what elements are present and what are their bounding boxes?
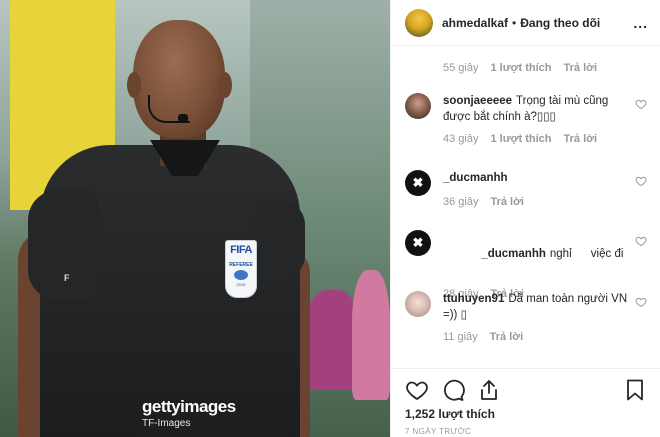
bookmark-icon[interactable] bbox=[623, 378, 647, 402]
comment-like-heart-icon[interactable] bbox=[635, 296, 647, 308]
comment-meta: 43 giây 1 lượt thích Trả lời bbox=[443, 133, 633, 145]
follow-status-button[interactable]: Đang theo dõi bbox=[520, 16, 600, 30]
commenter-username[interactable]: _ducmanhh bbox=[481, 248, 546, 260]
comment-item: soonjaeeeee Trọng tài mù cũng được bắt ch… bbox=[405, 93, 653, 145]
commenter-avatar[interactable] bbox=[405, 291, 431, 317]
instagram-post: FIFA REFEREE 2019 F gettyimages TF-Image… bbox=[0, 0, 660, 437]
action-icons bbox=[405, 375, 649, 405]
comment-body: ttuhuyen91 Dã man toàn người VN =)) ▯ 11 … bbox=[443, 291, 633, 343]
more-options-icon[interactable]: ... bbox=[633, 15, 648, 31]
referee-left-sleeve bbox=[28, 190, 98, 300]
badge-brand: FIFA bbox=[230, 244, 252, 256]
comment-text-line: ttuhuyen91 Dã man toàn người VN =)) ▯ bbox=[443, 291, 633, 323]
commenter-username[interactable]: ttuhuyen91 bbox=[443, 293, 504, 305]
comment-item: ✖ _ducmanhh 36 giây Trả lời bbox=[405, 170, 653, 208]
author-username[interactable]: ahmedalkaf bbox=[442, 16, 508, 30]
post-timestamp[interactable]: 7 NGÀY TRƯỚC bbox=[405, 427, 649, 436]
post-header: ahmedalkaf • Đang theo dõi ... bbox=[391, 0, 660, 46]
comment-item: ttuhuyen91 Dã man toàn người VN =)) ▯ 11 … bbox=[405, 291, 653, 343]
post-photo: FIFA REFEREE 2019 F gettyimages TF-Image… bbox=[0, 0, 390, 437]
badge-role: REFEREE bbox=[229, 262, 253, 268]
comment-body: _ducmanhh nghỉ việc đi 28 giây Trả lời bbox=[443, 230, 633, 300]
comment-likes[interactable]: 1 lượt thích bbox=[490, 62, 551, 74]
commenter-username[interactable]: soonjaeeeee bbox=[443, 95, 512, 107]
comments-list[interactable]: 55 giây 1 lượt thích Trả lời soonjaeeeee… bbox=[391, 46, 660, 368]
separator-dot: • bbox=[512, 15, 517, 30]
comment-meta: 36 giây Trả lời bbox=[443, 196, 633, 208]
share-icon[interactable] bbox=[477, 378, 501, 402]
comment-body: _ducmanhh 36 giây Trả lời bbox=[443, 170, 633, 208]
referee-ear bbox=[218, 72, 232, 98]
comment-text: nghỉ việc đi bbox=[549, 248, 624, 260]
comment-like-heart-icon[interactable] bbox=[635, 175, 647, 187]
comment-icon[interactable] bbox=[441, 378, 465, 402]
referee-ear bbox=[127, 72, 141, 98]
sleeve-logo: F bbox=[64, 273, 70, 283]
heart-icon[interactable] bbox=[405, 378, 429, 402]
comment-meta: 55 giây 1 lượt thích Trả lời bbox=[443, 62, 609, 74]
comment-item: ✖ _ducmanhh nghỉ việc đi 28 giây Trả lời bbox=[405, 230, 653, 300]
crowd-figure bbox=[352, 270, 390, 400]
comment-like-heart-icon[interactable] bbox=[635, 98, 647, 110]
watermark-logo: gettyimages bbox=[142, 397, 236, 416]
comment-meta: 11 giây Trả lời bbox=[443, 331, 633, 343]
like-count[interactable]: 1,252 lượt thích bbox=[405, 407, 649, 421]
comment-text-line: _ducmanhh bbox=[443, 170, 633, 186]
comment-text-line: _ducmanhh nghỉ việc đi bbox=[443, 230, 633, 278]
comment-time: 55 giây bbox=[443, 62, 479, 74]
badge-globe-icon bbox=[234, 270, 248, 280]
watermark-credit: TF-Images bbox=[142, 418, 191, 429]
commenter-avatar[interactable]: ✖ bbox=[405, 230, 431, 256]
headset-mic-tip bbox=[178, 114, 188, 122]
comment-like-heart-icon[interactable] bbox=[635, 235, 647, 247]
badge-year: 2019 bbox=[236, 282, 246, 287]
comment-time: 43 giây bbox=[443, 133, 479, 145]
reply-button[interactable]: Trả lời bbox=[564, 133, 598, 145]
comment-text-line: soonjaeeeee Trọng tài mù cũng được bắt ch… bbox=[443, 93, 633, 125]
commenter-avatar[interactable]: ✖ bbox=[405, 170, 431, 196]
referee-collar bbox=[150, 140, 220, 180]
comment-likes[interactable]: 1 lượt thích bbox=[490, 133, 551, 145]
fifa-referee-badge: FIFA REFEREE 2019 bbox=[225, 240, 257, 298]
comment-time: 11 giây bbox=[443, 331, 478, 343]
commenter-username[interactable]: _ducmanhh bbox=[443, 172, 508, 184]
referee-right-sleeve bbox=[255, 200, 305, 280]
commenter-avatar[interactable] bbox=[405, 93, 431, 119]
reply-button[interactable]: Trả lời bbox=[490, 331, 524, 343]
author-avatar[interactable] bbox=[405, 8, 433, 37]
getty-watermark: gettyimages TF-Images bbox=[136, 393, 286, 437]
post-side-panel: ahmedalkaf • Đang theo dõi ... 55 giây 1… bbox=[390, 0, 660, 437]
post-actions: 1,252 lượt thích 7 NGÀY TRƯỚC bbox=[391, 368, 660, 436]
comment-time: 36 giây bbox=[443, 196, 479, 208]
reply-button[interactable]: Trả lời bbox=[564, 62, 598, 74]
reply-button[interactable]: Trả lời bbox=[490, 196, 524, 208]
comment-body: soonjaeeeee Trọng tài mù cũng được bắt ch… bbox=[443, 93, 633, 145]
